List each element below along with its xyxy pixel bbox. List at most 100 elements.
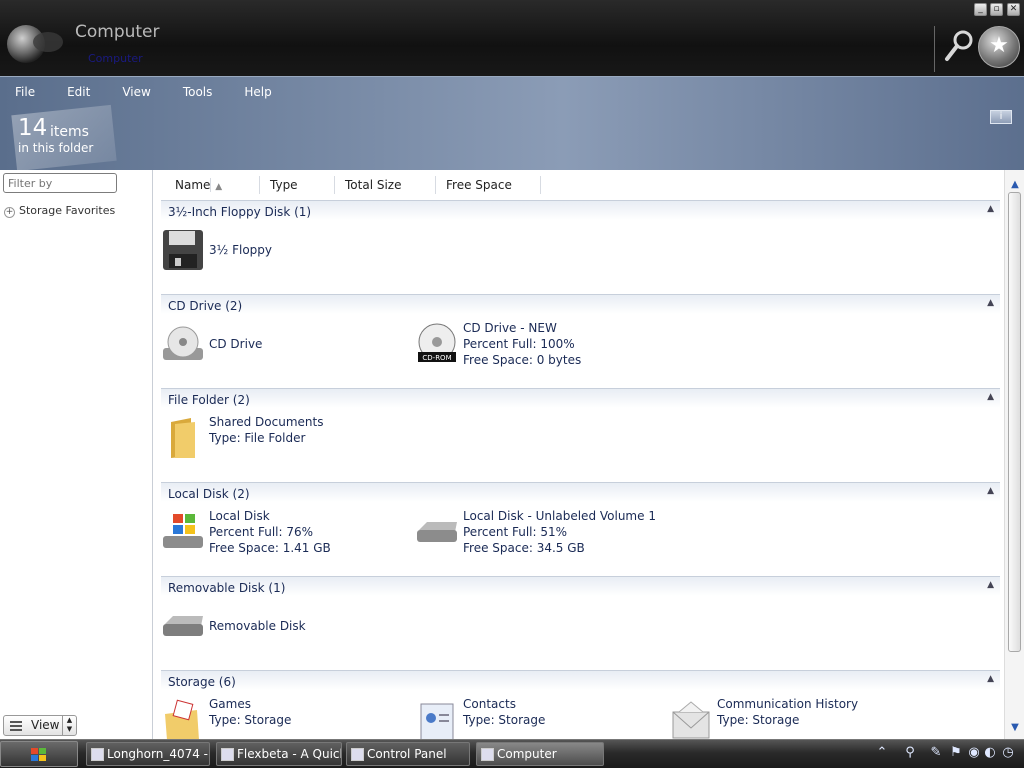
group-header[interactable]: CD Drive (2) ▲: [161, 294, 1000, 314]
drive-item[interactable]: Local Disk - Unlabeled Volume 1 Percent F…: [415, 508, 735, 558]
taskbar-item-longhorn[interactable]: Longhorn_4074 -...: [86, 742, 210, 766]
expand-icon[interactable]: +: [4, 207, 15, 218]
minimize-button[interactable]: _: [974, 3, 987, 16]
vertical-scrollbar[interactable]: ▲ ▼: [1004, 170, 1024, 739]
scroll-down-icon[interactable]: ▼: [1009, 723, 1021, 733]
group-removable-disk: Removable Disk (1) ▲: [161, 576, 1000, 596]
tray-search-icon[interactable]: ⚲: [902, 745, 918, 761]
group-header[interactable]: Local Disk (2) ▲: [161, 482, 1000, 502]
search-icon[interactable]: [942, 28, 976, 64]
group-cd-drive: CD Drive (2) ▲: [161, 294, 1000, 314]
drive-item[interactable]: 3½ Floppy: [161, 226, 401, 276]
star-icon: ★: [989, 33, 1009, 58]
sort-ascending-icon: ▲: [215, 182, 223, 192]
storage-item[interactable]: Contacts Type: Storage: [415, 696, 655, 739]
cd-drive-icon: [163, 326, 203, 360]
menu-bar: File Edit View Tools Help: [0, 85, 289, 103]
scroll-thumb[interactable]: [1008, 192, 1021, 652]
group-header[interactable]: 3½-Inch Floppy Disk (1) ▲: [161, 200, 1000, 220]
item-count-label: items: [50, 124, 89, 140]
svg-text:CD-ROM: CD-ROM: [422, 354, 451, 362]
computer-icon: [481, 748, 494, 761]
view-spinner-icon[interactable]: ▲ ▼: [62, 716, 76, 735]
title-bar: Computer Computer _ ▫ ✕ ★: [0, 0, 1024, 76]
window-subtitle: Computer: [88, 52, 143, 65]
item-count: 14: [18, 115, 48, 141]
column-free-space[interactable]: Free Space: [436, 176, 541, 194]
navigation-pane: + Storage Favorites View ▲▼: [0, 170, 153, 739]
taskbar-item-control-panel[interactable]: Control Panel: [346, 742, 470, 766]
collapse-icon[interactable]: ▲: [987, 298, 994, 308]
folder-item[interactable]: Shared Documents Type: File Folder: [161, 414, 401, 464]
restore-button[interactable]: ▫: [990, 3, 1003, 16]
storage-favorites-item[interactable]: + Storage Favorites: [4, 204, 115, 218]
tray-ie-icon[interactable]: ◉: [966, 745, 982, 761]
storage-item[interactable]: Games Type: Storage: [161, 696, 401, 739]
windows-disk-icon: [163, 514, 203, 548]
view-list-icon: [10, 721, 22, 731]
removable-disk-icon: [163, 616, 203, 636]
menu-help[interactable]: Help: [229, 85, 271, 103]
tray-clock-icon[interactable]: ◷: [1000, 745, 1016, 761]
contacts-storage-icon: [420, 703, 454, 739]
favorites-star-button[interactable]: ★: [978, 26, 1020, 68]
close-button[interactable]: ✕: [1007, 3, 1020, 16]
item-name: CD Drive: [209, 337, 263, 351]
menu-view[interactable]: View: [107, 85, 150, 103]
column-name[interactable]: Name ▲: [155, 176, 260, 194]
collapse-icon[interactable]: ▲: [987, 580, 994, 590]
group-header[interactable]: File Folder (2) ▲: [161, 388, 1000, 408]
tray-expand-icon[interactable]: ⌃: [874, 745, 890, 761]
column-total-size[interactable]: Total Size: [335, 176, 436, 194]
hard-disk-icon: [417, 522, 457, 542]
item-name: 3½ Floppy: [209, 243, 272, 257]
folder-icon: [171, 418, 195, 458]
menu-file[interactable]: File: [0, 85, 35, 103]
group-floppy: 3½-Inch Floppy Disk (1) ▲: [161, 200, 1000, 220]
menu-edit[interactable]: Edit: [52, 85, 90, 103]
item-count-location: in this folder: [18, 141, 94, 155]
group-local-disk: Local Disk (2) ▲: [161, 482, 1000, 502]
menu-tools[interactable]: Tools: [168, 85, 213, 103]
drive-item[interactable]: CD Drive: [161, 320, 401, 370]
drive-item[interactable]: Local Disk Percent Full: 76% Free Space: 1…: [161, 508, 401, 558]
storage-item[interactable]: Communication History Type: Storage: [669, 696, 969, 739]
group-header[interactable]: Removable Disk (1) ▲: [161, 576, 1000, 596]
taskbar-item-computer[interactable]: Computer: [476, 742, 604, 766]
taskbar: Longhorn_4074 -... Flexbeta - A Quick...…: [0, 739, 1024, 768]
games-storage-icon: [165, 699, 199, 739]
tray-network-icon[interactable]: ⚑: [948, 745, 964, 761]
item-details: Local Disk Percent Full: 76% Free Space: 1…: [209, 509, 331, 555]
group-header[interactable]: Storage (6) ▲: [161, 670, 1000, 690]
collapse-icon[interactable]: ▲: [987, 486, 994, 496]
collapse-icon[interactable]: ▲: [987, 204, 994, 214]
taskbar-item-flexbeta[interactable]: Flexbeta - A Quick...: [216, 742, 342, 766]
item-details: CD Drive - NEW Percent Full: 100% Free Spa…: [463, 321, 582, 367]
info-button[interactable]: i: [990, 110, 1012, 124]
document-icon: [91, 748, 104, 761]
windows-logo-icon: [31, 748, 46, 761]
scroll-up-icon[interactable]: ▲: [1009, 180, 1021, 190]
start-button[interactable]: [0, 741, 78, 767]
cd-rom-icon: CD-ROM: [418, 323, 456, 362]
tray-info-icon[interactable]: ◐: [982, 745, 998, 761]
content-pane: Name ▲ Type Total Size Free Space 3½-Inc…: [155, 170, 1008, 739]
collapse-icon[interactable]: ▲: [987, 674, 994, 684]
filter-input[interactable]: [3, 173, 117, 193]
drive-item[interactable]: CD-ROM CD Drive - NEW Percent Full: 100% F…: [415, 320, 715, 370]
floppy-disk-icon: [163, 230, 203, 270]
communication-history-icon: [672, 701, 710, 739]
control-panel-icon: [351, 748, 364, 761]
view-button-label: View: [31, 718, 60, 732]
item-name: Removable Disk: [209, 619, 306, 633]
view-button[interactable]: View ▲ ▼: [3, 715, 77, 736]
drive-item[interactable]: Removable Disk: [161, 602, 401, 652]
column-type[interactable]: Type: [260, 176, 335, 194]
collapse-icon[interactable]: ▲: [987, 392, 994, 402]
computer-orb-icon: [7, 25, 63, 63]
column-headers: Name ▲ Type Total Size Free Space: [155, 176, 541, 194]
tray-sidebar-icon[interactable]: ✎: [928, 745, 944, 761]
storage-favorites-label: Storage Favorites: [19, 204, 116, 217]
item-details: Games Type: Storage: [209, 697, 292, 727]
item-details: Local Disk - Unlabeled Volume 1 Percent F…: [463, 509, 656, 555]
